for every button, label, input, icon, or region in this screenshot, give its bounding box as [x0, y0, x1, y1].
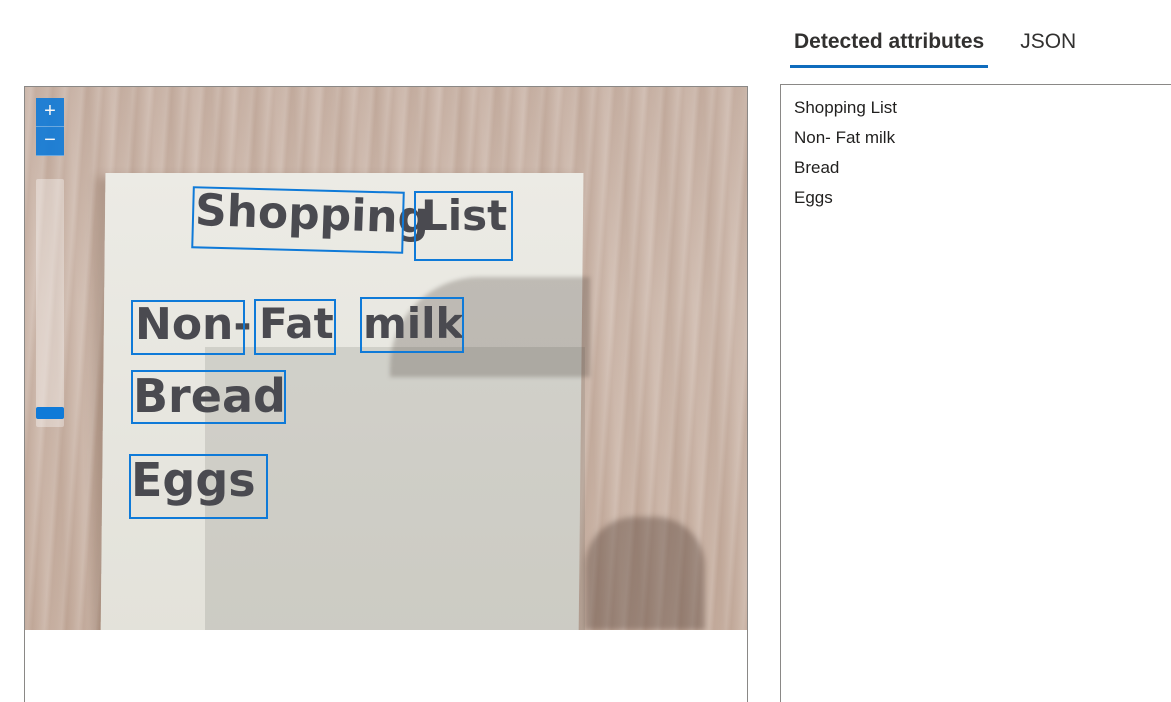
- word-bounding-box[interactable]: [129, 454, 268, 519]
- tab-json[interactable]: JSON: [1016, 24, 1080, 64]
- result-line: Eggs: [794, 188, 833, 207]
- tab-detected-attributes[interactable]: Detected attributes: [790, 24, 989, 68]
- result-line: Non- Fat milk: [794, 128, 896, 147]
- word-bounding-box[interactable]: [254, 299, 336, 355]
- zoom-out-button[interactable]: −: [36, 127, 64, 156]
- zoom-slider[interactable]: [36, 179, 64, 427]
- word-bounding-box[interactable]: [131, 300, 245, 355]
- result-tabs: Detected attributes JSON: [790, 24, 1108, 70]
- word-bounding-box[interactable]: [360, 297, 464, 353]
- word-bounding-box[interactable]: [191, 186, 405, 254]
- zoom-slider-thumb[interactable]: [36, 407, 64, 419]
- result-line: Bread: [794, 158, 840, 177]
- result-line: Shopping List: [794, 98, 898, 117]
- zoom-in-button[interactable]: +: [36, 98, 64, 127]
- detected-attributes-panel: Shopping List Non- Fat milk Bread Eggs: [780, 84, 1171, 702]
- word-bounding-box[interactable]: [414, 191, 513, 261]
- app-root: Shopping List Non- Fat milk Bread Eggs +…: [0, 0, 1171, 702]
- photo-shadow: [585, 517, 705, 630]
- word-bounding-box[interactable]: [131, 370, 286, 424]
- analyzed-photo: Shopping List Non- Fat milk Bread Eggs: [25, 87, 747, 630]
- image-viewer[interactable]: Shopping List Non- Fat milk Bread Eggs +…: [24, 86, 748, 702]
- zoom-controls: + −: [36, 98, 64, 156]
